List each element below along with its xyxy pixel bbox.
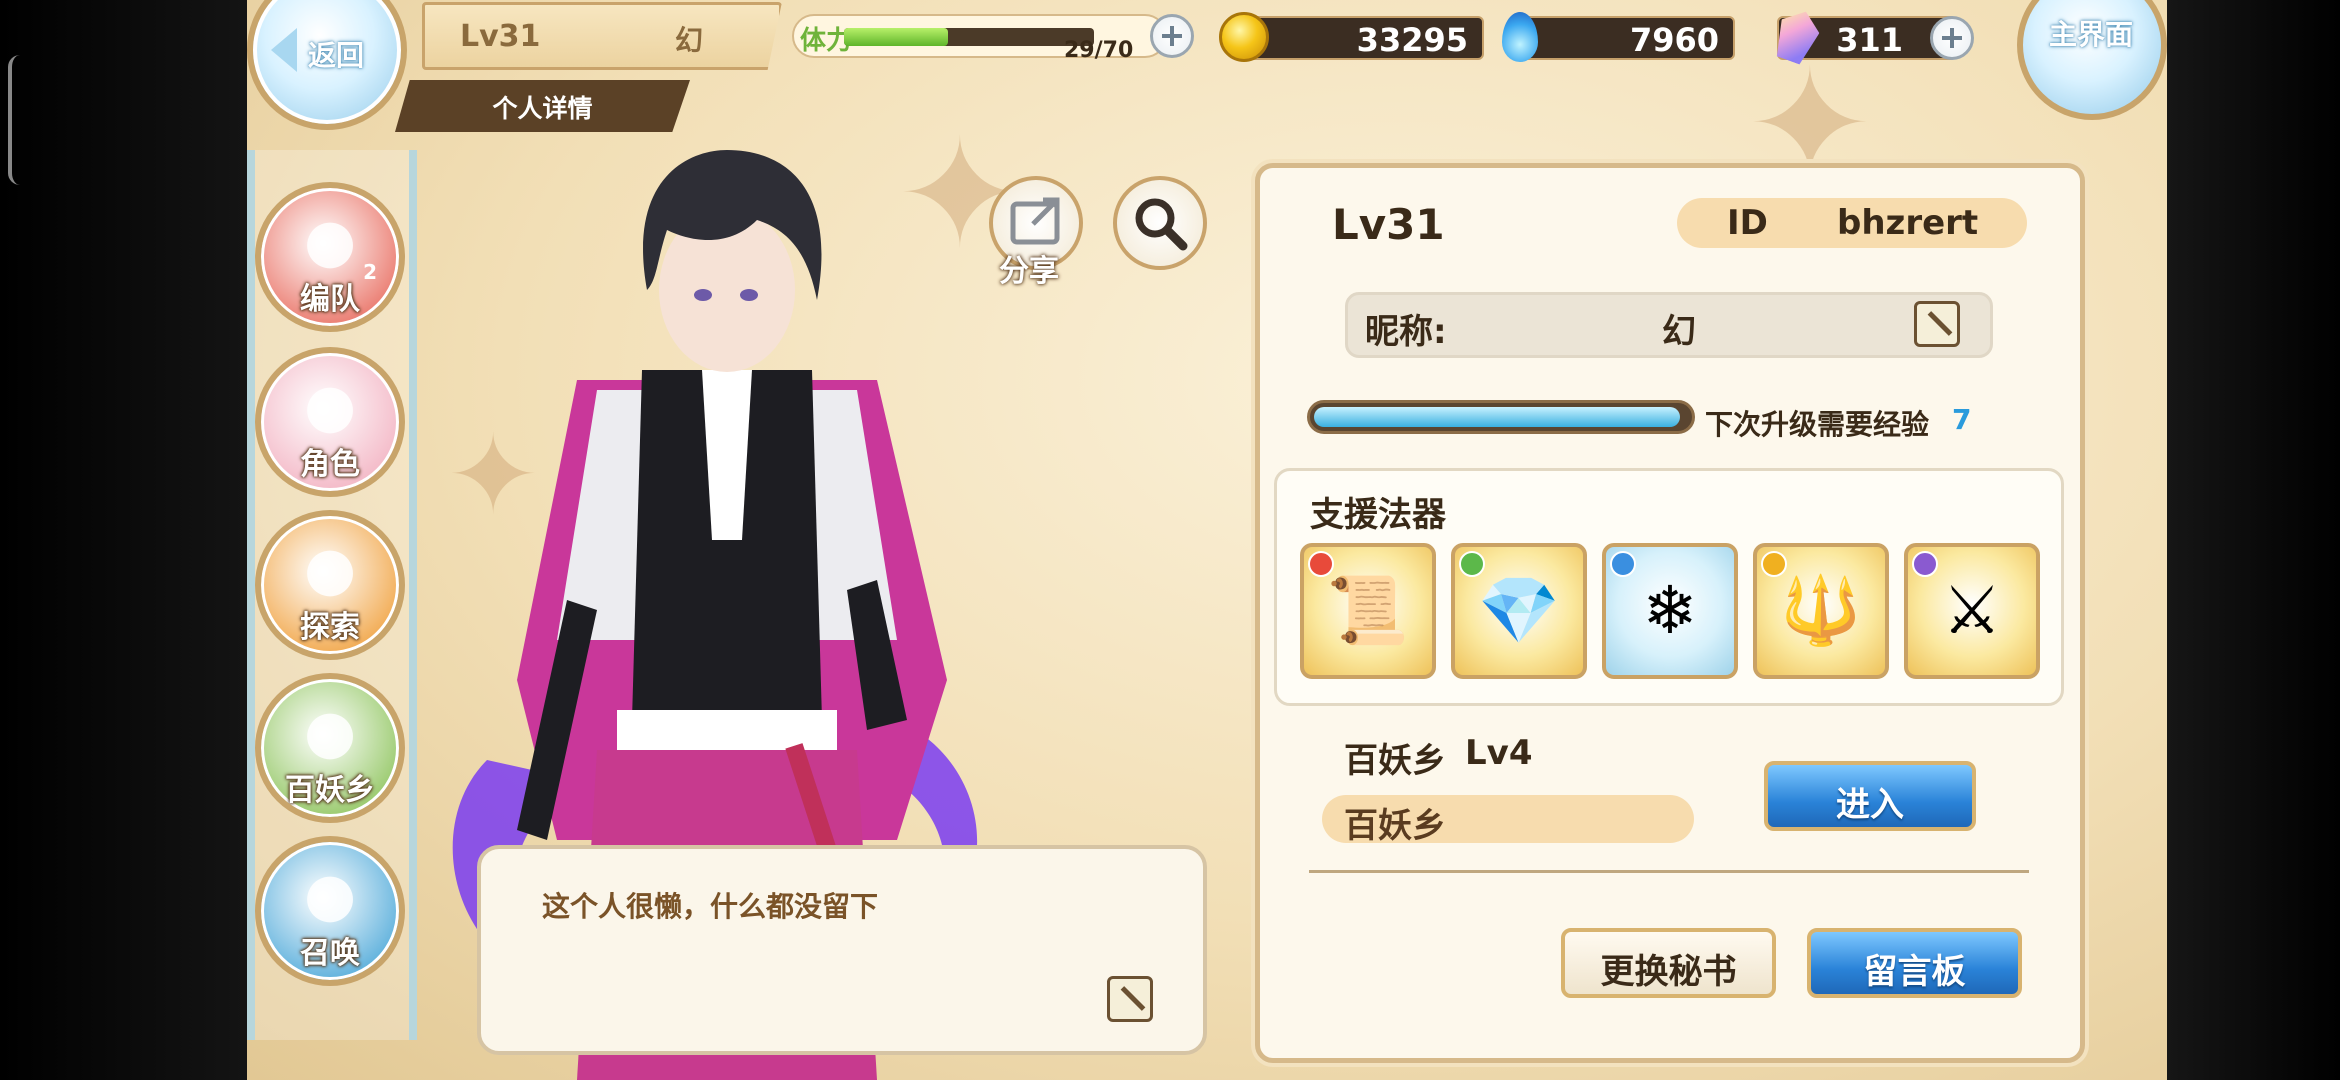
header-level: Lv31 <box>460 19 541 54</box>
tab-profile-details-label: 个人详情 <box>492 94 593 123</box>
enter-village-label: 进入 <box>1836 785 1904 825</box>
home-label: 主界面 <box>2049 18 2134 51</box>
golden-spear-item[interactable]: 🔱 <box>1753 543 1889 679</box>
change-secretary-button[interactable]: 更换秘书 <box>1561 928 1776 998</box>
game-screen: ✦ ✦ ✦ 返回 Lv31 幻 个人详情 体力 29/70 33295 7960… <box>247 0 2167 1080</box>
nickname-label: 昵称: <box>1365 312 1447 352</box>
edit-nickname-icon[interactable] <box>1914 301 1960 347</box>
village-icon: ● <box>303 697 357 767</box>
stamina-meter: 体力 29/70 <box>792 14 1167 63</box>
element-icon <box>1761 551 1787 577</box>
support-artifacts-title: 支援法器 <box>1310 495 1446 535</box>
village-name-pill: 百妖乡 <box>1322 795 1694 846</box>
summon-icon: ● <box>303 860 357 930</box>
element-icon <box>1308 551 1334 577</box>
menu-label: 百妖乡 <box>285 773 375 808</box>
header-player-name: 幻 <box>675 24 704 57</box>
menu-button-3[interactable]: ● 探索 <box>255 510 405 660</box>
stamina-value: 29/70 <box>1064 38 1134 63</box>
team-icon: ● <box>303 206 357 276</box>
menu-label: 角色 <box>300 447 360 482</box>
player-id-label: ID <box>1727 203 1768 243</box>
menu-button-1[interactable]: ● 2 编队 <box>255 182 405 332</box>
spirit-value: 7960 <box>1629 21 1719 59</box>
profile-level: Lv31 <box>1332 200 1445 249</box>
ice-crown-item[interactable]: ❄ <box>1602 543 1738 679</box>
exp-needed-value: 7 <box>1952 403 1972 436</box>
menu-label: 探索 <box>300 610 360 645</box>
profile-message-text: 这个人很懒，什么都没留下 <box>542 890 879 923</box>
explore-icon: ● <box>303 534 357 604</box>
change-secretary-label: 更换秘书 <box>1600 952 1737 992</box>
element-icon <box>1912 551 1938 577</box>
spirit-counter: 7960 <box>1510 16 1735 60</box>
menu-button-5[interactable]: ● 召唤 <box>255 836 405 986</box>
search-button[interactable] <box>1113 176 1207 270</box>
menu-label: 召唤 <box>300 936 360 971</box>
village-name: 百妖乡 <box>1344 806 1446 846</box>
element-icon <box>1459 551 1485 577</box>
back-label: 返回 <box>308 39 365 72</box>
profile-message-bubble <box>477 845 1207 1055</box>
gold-coin-icon <box>1219 12 1269 62</box>
exp-progress-fill <box>1314 407 1681 427</box>
village-level: Lv4 <box>1465 733 1533 773</box>
stamina-bar <box>844 28 1094 46</box>
back-arrow-icon <box>271 28 297 72</box>
coins-value: 33295 <box>1356 21 1468 59</box>
village-title: 百妖乡 <box>1344 741 1446 781</box>
gems-value: 311 <box>1836 21 1903 59</box>
menu-button-4[interactable]: ● 百妖乡 <box>255 673 405 823</box>
add-gems-button[interactable] <box>1930 16 1974 60</box>
element-icon <box>1610 551 1636 577</box>
edit-message-icon[interactable] <box>1107 976 1153 1022</box>
screen-bezel-left <box>0 0 247 1080</box>
message-board-button[interactable]: 留言板 <box>1807 928 2022 998</box>
menu-button-2[interactable]: ● 角色 <box>255 347 405 497</box>
exp-progress-bar <box>1307 400 1695 434</box>
character-icon: ● <box>303 371 357 441</box>
player-level-plate: Lv31 幻 <box>422 2 782 70</box>
back-button[interactable]: 返回 <box>247 0 407 130</box>
enter-village-button[interactable]: 进入 <box>1764 761 1976 831</box>
player-id-value: bhzrert <box>1837 203 1979 243</box>
share-label: 分享 <box>999 254 1059 289</box>
menu-label: 编队 <box>300 282 360 317</box>
add-stamina-button[interactable] <box>1150 14 1194 58</box>
exp-needed-label: 下次升级需要经验 <box>1705 408 1930 441</box>
stamina-bar-fill <box>844 28 948 46</box>
coins-counter: 33295 <box>1232 16 1484 60</box>
dark-sword-item[interactable]: ⚔ <box>1904 543 2040 679</box>
crystal-pendant-item[interactable]: 💎 <box>1451 543 1587 679</box>
panel-divider <box>1309 870 2029 873</box>
tab-profile-details[interactable]: 个人详情 <box>395 80 690 132</box>
edge-swipe-indicator <box>8 55 20 185</box>
nickname-value: 幻 <box>1662 312 1696 352</box>
message-board-label: 留言板 <box>1863 952 1966 992</box>
screen-bezel-right <box>2167 0 2340 1080</box>
home-button[interactable]: 主界面 <box>2017 0 2167 120</box>
search-icon <box>1135 198 1188 251</box>
scroll-item[interactable]: 📜 <box>1300 543 1436 679</box>
